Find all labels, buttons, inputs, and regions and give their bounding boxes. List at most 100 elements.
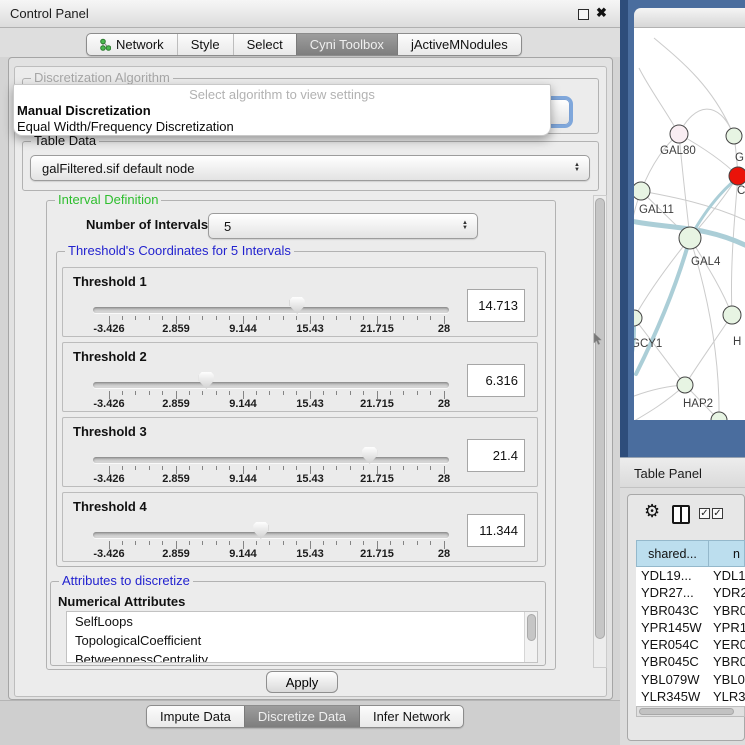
scrollbar-thumb[interactable] [527, 614, 536, 641]
scrollbar-thumb[interactable] [639, 708, 734, 715]
tick-label: 28 [417, 473, 471, 485]
tick-mark [283, 391, 284, 395]
split-columns-icon[interactable] [672, 505, 690, 524]
node-hap2[interactable] [677, 377, 693, 393]
attribute-item-topologicalcoefficient[interactable]: TopologicalCoefficient [67, 631, 537, 650]
tick-mark [256, 391, 257, 395]
threshold-slider-track[interactable] [93, 307, 449, 313]
tick-label: 21.715 [350, 398, 404, 410]
mouse-cursor [593, 333, 603, 346]
dropdown-option-manual-discretization[interactable]: Manual Discretization [17, 103, 151, 118]
tick-label: 9.144 [216, 548, 270, 560]
table-panel-titlebar: Table Panel [620, 457, 745, 488]
tab-jactivemnodules[interactable]: jActiveMNodules [397, 34, 521, 55]
apply-button[interactable]: Apply [266, 671, 338, 693]
number-of-intervals-combobox[interactable]: 5 ▲▼ [208, 213, 478, 239]
gear-icon[interactable]: ⚙ [644, 502, 660, 520]
tick-mark [256, 541, 257, 545]
node-gal80[interactable] [670, 125, 688, 143]
table-row[interactable]: YBR043CYBR0 [636, 602, 745, 619]
column-checkbox-icons[interactable]: ✓ ✓ [699, 508, 723, 519]
tab-infer-network[interactable]: Infer Network [359, 706, 463, 727]
threshold-slider-track[interactable] [93, 382, 449, 388]
threshold-value-input[interactable] [467, 439, 525, 472]
column-header-shared[interactable]: shared... [636, 540, 709, 567]
cell-shared-name: YLR345W [636, 688, 709, 705]
threshold-value-input[interactable] [467, 514, 525, 547]
node-gcy1[interactable] [634, 310, 642, 326]
tab-label: Impute Data [160, 706, 231, 727]
tick-mark [323, 541, 324, 545]
attribute-item-selfloops[interactable]: SelfLoops [67, 612, 537, 631]
tick-mark [403, 541, 404, 545]
attribute-item-betweennesscentrality[interactable]: BetweennessCentrality [67, 650, 537, 663]
tick-mark [283, 466, 284, 470]
tab-style[interactable]: Style [177, 34, 233, 55]
control-panel-titlebar: Control Panel ✖ [0, 0, 620, 28]
close-icon[interactable]: ✖ [596, 5, 607, 21]
tab-network[interactable]: Network [87, 34, 177, 55]
node-bottom[interactable] [711, 412, 727, 420]
table-row[interactable]: YER054CYER0 [636, 636, 745, 653]
tab-impute-data[interactable]: Impute Data [147, 706, 244, 727]
tab-select[interactable]: Select [233, 34, 296, 55]
tick-mark [430, 391, 431, 395]
table-row[interactable]: YLR345WYLR3 [636, 688, 745, 705]
cell-shared-name: YBL079W [636, 671, 709, 688]
tick-mark [135, 541, 136, 545]
node-gal4[interactable] [679, 227, 701, 249]
threshold-value-input[interactable] [467, 289, 525, 322]
table-row[interactable]: YDR27...YDR2 [636, 584, 745, 601]
top-tab-strip: NetworkStyleSelectCyni ToolboxjActiveMNo… [0, 28, 620, 57]
algorithm-group-title: Discretization Algorithm [31, 71, 173, 85]
column-header-name[interactable]: n [709, 540, 745, 567]
table-row[interactable]: YBR045CYBR0 [636, 653, 745, 670]
checkbox-checked-icon[interactable]: ✓ [699, 508, 710, 519]
tick-mark [363, 541, 364, 545]
table-row[interactable]: YDL19...YDL1 [636, 567, 745, 584]
tick-mark [350, 541, 351, 545]
node-highlighted-red[interactable] [729, 167, 745, 185]
float-window-icon[interactable] [578, 9, 589, 20]
tick-mark [323, 316, 324, 320]
tick-mark [417, 391, 418, 395]
tick-mark [122, 466, 123, 470]
list-scrollbar[interactable] [524, 612, 537, 662]
tick-mark [336, 391, 337, 395]
dropdown-option-equal-width-frequency[interactable]: Equal Width/Frequency Discretization [17, 119, 234, 134]
tick-mark [229, 316, 230, 320]
tick-mark [350, 466, 351, 470]
checkbox-checked-icon[interactable]: ✓ [712, 508, 723, 519]
tick-mark [135, 391, 136, 395]
tick-mark [296, 541, 297, 545]
table-row[interactable]: YBL079WYBL0 [636, 671, 745, 688]
cell-name: YLR3 [709, 688, 745, 705]
settings-vertical-scrollbar[interactable] [593, 195, 607, 668]
tick-label: 28 [417, 548, 471, 560]
table-data-combobox[interactable]: galFiltered.sif default node ▲▼ [30, 155, 590, 181]
node-label-gcy1: GCY1 [634, 338, 662, 350]
threshold-slider-track[interactable] [93, 457, 449, 463]
table-horizontal-scrollbar[interactable] [636, 706, 745, 717]
network-view-canvas[interactable]: GAL80 G C GAL11 GAL4 GCY1 H HAP2 [634, 28, 745, 420]
numerical-attributes-list[interactable]: SelfLoopsTopologicalCoefficientBetweenne… [66, 611, 538, 663]
threshold-value-input[interactable] [467, 364, 525, 397]
tick-label: 9.144 [216, 323, 270, 335]
tick-mark [336, 316, 337, 320]
tick-label: 2.859 [149, 548, 203, 560]
table-row[interactable]: YPR145WYPR1 [636, 619, 745, 636]
number-of-intervals-label: Number of Intervals [86, 217, 208, 232]
node-gal11[interactable] [634, 182, 650, 200]
scrollbar-thumb[interactable] [595, 198, 605, 639]
tick-label: 9.144 [216, 473, 270, 485]
tick-mark [135, 466, 136, 470]
threshold-slider-track[interactable] [93, 532, 449, 538]
tab-cyni-toolbox[interactable]: Cyni Toolbox [296, 34, 397, 55]
node-right[interactable] [723, 306, 741, 324]
bottom-tab-group: Impute Data Discretize DataInfer Network [146, 705, 464, 728]
node-top-right[interactable] [726, 128, 742, 144]
tick-mark [296, 391, 297, 395]
node-table-rows: YDL19...YDL1YDR27...YDR2YBR043CYBR0YPR14… [636, 567, 745, 706]
tick-mark [122, 541, 123, 545]
tab-discretize-data[interactable]: Discretize Data [244, 706, 359, 727]
